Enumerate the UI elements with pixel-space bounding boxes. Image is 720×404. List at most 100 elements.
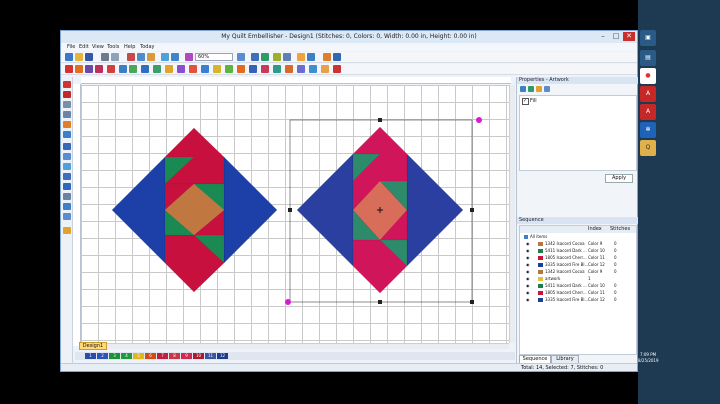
tool-icon-13[interactable] — [201, 65, 209, 73]
pdf-icon[interactable]: A — [640, 86, 656, 102]
tool-icon-21[interactable] — [297, 65, 305, 73]
tool-icon-15[interactable] — [225, 65, 233, 73]
pdf-icon-2[interactable]: A — [640, 104, 656, 120]
polygon-icon[interactable] — [63, 173, 71, 180]
stitch-tool-icon[interactable] — [63, 213, 71, 220]
redo-icon[interactable] — [171, 53, 179, 61]
zoom-out-icon[interactable] — [185, 53, 193, 61]
tool-icon-22[interactable] — [309, 65, 317, 73]
node-edit-icon[interactable] — [63, 91, 71, 98]
color-chip-8[interactable]: 8 — [169, 353, 180, 359]
design-canvas[interactable] — [81, 85, 509, 343]
visibility-icon[interactable]: ◉ — [526, 290, 530, 296]
handle-bottom[interactable] — [378, 300, 382, 304]
document-tab[interactable]: Design1 — [79, 342, 107, 350]
windows-store-icon[interactable]: ▣ — [640, 30, 656, 46]
snowflake-icon[interactable]: ✻ — [640, 122, 656, 138]
handle-bottom-right[interactable] — [470, 300, 474, 304]
close-button[interactable]: ✕ — [623, 32, 635, 41]
quilt-app-icon[interactable]: Q — [640, 140, 656, 156]
grid-icon[interactable] — [261, 53, 269, 61]
zoom-select[interactable]: 60% — [195, 53, 233, 61]
pencil-icon[interactable] — [63, 121, 71, 128]
visibility-icon[interactable]: ◉ — [526, 276, 530, 282]
paste-icon[interactable] — [147, 53, 155, 61]
new-icon[interactable] — [65, 53, 73, 61]
sequence-row[interactable]: ◉ 3335 Isacord Fire Bl... Color 12 0 — [520, 297, 641, 303]
save-icon[interactable] — [85, 53, 93, 61]
fit-icon[interactable] — [251, 53, 259, 61]
visibility-icon[interactable]: ◉ — [526, 269, 530, 275]
fill-checkbox[interactable]: ✓ — [522, 98, 529, 105]
fill-icon[interactable] — [63, 203, 71, 210]
sequence-row[interactable]: ◉ 5411 Isacord Dark ... Color 10 0 — [520, 283, 641, 289]
print-preview-icon[interactable] — [111, 53, 119, 61]
color-chip-10[interactable]: 10 — [193, 353, 204, 359]
handle-top[interactable] — [378, 118, 382, 122]
stitch-icon[interactable] — [307, 53, 315, 61]
settings-icon[interactable] — [333, 53, 341, 61]
zoom-tool-icon[interactable] — [63, 111, 71, 118]
block-right-blue-triangle[interactable] — [223, 156, 278, 264]
prop-icon-4[interactable] — [544, 86, 550, 92]
tool-icon-6[interactable] — [119, 65, 127, 73]
prop-icon-2[interactable] — [528, 86, 534, 92]
color-chip-6[interactable]: 6 — [145, 353, 156, 359]
hand-icon[interactable] — [63, 101, 71, 108]
chrome-icon[interactable]: ● — [640, 68, 656, 84]
vertical-scrollbar[interactable] — [509, 85, 515, 343]
cut-icon[interactable] — [127, 53, 135, 61]
brush-icon[interactable] — [63, 131, 71, 138]
color-chip-5[interactable]: 5 — [133, 353, 144, 359]
color-chip-7[interactable]: 7 — [157, 353, 168, 359]
tool-icon-19[interactable] — [273, 65, 281, 73]
visibility-icon[interactable]: ◉ — [526, 248, 530, 254]
tool-icon-18[interactable] — [261, 65, 269, 73]
view-3d-icon[interactable] — [283, 53, 291, 61]
color-chip-2[interactable]: 2 — [97, 353, 108, 359]
print-icon[interactable] — [101, 53, 109, 61]
horizontal-scrollbar[interactable] — [81, 343, 509, 349]
menu-edit[interactable]: Edit — [79, 44, 89, 50]
tool-icon-5[interactable] — [107, 65, 115, 73]
open-icon[interactable] — [75, 53, 83, 61]
quilt-icon[interactable] — [63, 227, 71, 234]
tool-icon-24[interactable] — [333, 65, 341, 73]
hoop-icon[interactable] — [273, 53, 281, 61]
skew-handle-icon[interactable] — [285, 299, 291, 305]
tool-icon-23[interactable] — [321, 65, 329, 73]
undo-icon[interactable] — [161, 53, 169, 61]
menu-help[interactable]: Help — [124, 44, 135, 50]
line-icon[interactable] — [63, 183, 71, 190]
tool-icon-17[interactable] — [249, 65, 257, 73]
quilt-block-artwork[interactable] — [111, 127, 278, 293]
maximize-button[interactable]: □ — [610, 32, 622, 41]
color-chip-1[interactable]: 1 — [85, 353, 96, 359]
text-tool-icon[interactable] — [63, 193, 71, 200]
sequence-row[interactable]: ◉ 3335 Isacord Fire Bl... Color 12 0 — [520, 262, 641, 268]
sequence-row[interactable]: ◉ artwork 1 — [520, 276, 641, 282]
sequence-row[interactable]: ◉ 5411 Isacord Dark ... Color 10 0 — [520, 248, 641, 254]
sequence-row[interactable]: ◉ 1342 Isacord Cocoa Color 9 0 — [520, 269, 641, 275]
sequence-row[interactable]: ◉ 1805 Isacord Cherr... Color 11 0 — [520, 255, 641, 261]
handle-right[interactable] — [470, 208, 474, 212]
minimize-button[interactable]: – — [597, 32, 609, 41]
prop-icon-3[interactable] — [536, 86, 542, 92]
stitched-right-blue[interactable] — [406, 153, 464, 267]
artwork-icon[interactable] — [297, 53, 305, 61]
prop-icon-1[interactable] — [520, 86, 526, 92]
sequence-row[interactable]: ◉ 1342 Isacord Cocoa Color 9 0 — [520, 241, 641, 247]
tool-icon-7[interactable] — [129, 65, 137, 73]
sequence-row[interactable]: ◉ 1805 Isacord Cherr... Color 11 0 — [520, 290, 641, 296]
tool-icon-4[interactable] — [95, 65, 103, 73]
menu-file[interactable]: File — [67, 44, 75, 50]
tool-icon-1[interactable] — [65, 65, 73, 73]
rotate-handle-icon[interactable] — [476, 117, 482, 123]
block-left-blue-triangle[interactable] — [111, 156, 166, 264]
tool-icon-2[interactable] — [75, 65, 83, 73]
select-arrow-icon[interactable] — [63, 81, 71, 88]
copy-icon[interactable] — [137, 53, 145, 61]
explorer-icon[interactable]: ▤ — [640, 50, 656, 66]
color-chip-9[interactable]: 9 — [181, 353, 192, 359]
rect-icon[interactable] — [63, 153, 71, 160]
